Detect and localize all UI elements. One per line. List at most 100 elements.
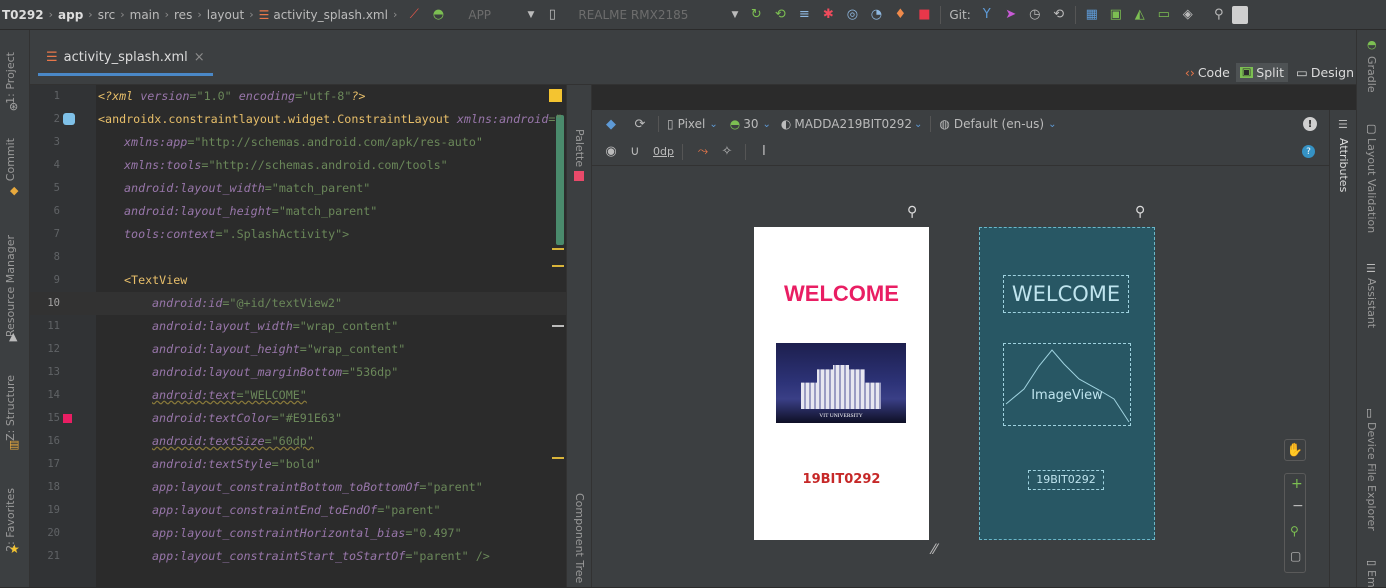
device-select[interactable]: REALME RMX2185 ▼ (564, 8, 744, 22)
git-update-icon[interactable]: Y (976, 4, 998, 26)
locale-select[interactable]: ◍ Default (en-us) ⌄ (939, 117, 1056, 131)
code-token: layout_height (180, 204, 272, 218)
pan-button[interactable]: ✋ (1284, 439, 1306, 461)
code-token: ="WELCOME" (236, 388, 307, 402)
design-canvas[interactable]: ⚲ ⚲ WELCOME VIT UNIVERSITY 19BIT0292 ⁄⁄ … (592, 166, 1329, 587)
git-rollback-icon[interactable]: ⟲ (1048, 4, 1070, 26)
infer-constraints-icon[interactable]: ✧ (716, 141, 738, 163)
code-token: layout_marginBottom (208, 365, 342, 379)
breadcrumb-project[interactable]: T0292 (0, 8, 44, 22)
favorites-star-icon: ★ (9, 542, 20, 556)
code-token: android: (152, 342, 209, 356)
commit-icon: ◆ (10, 184, 19, 197)
breadcrumb-app[interactable]: app (58, 8, 83, 22)
avatar[interactable] (1231, 5, 1248, 24)
breadcrumb-src[interactable]: src (98, 8, 116, 22)
assistant-tool-tab[interactable]: Assistant (1365, 278, 1378, 328)
design-view-button[interactable]: Design (1311, 65, 1354, 80)
tab-activity-splash[interactable]: ☰ activity_splash.xml × (38, 42, 213, 76)
close-icon[interactable]: × (194, 50, 205, 65)
apply-code-changes-icon[interactable]: ⟲ (769, 4, 791, 26)
palette-tool-tab[interactable]: Palette (573, 129, 586, 167)
gradle-tool-tab[interactable]: Gradle (1365, 56, 1378, 93)
layout-validation-tool-tab[interactable]: Layout Validation (1365, 138, 1378, 233)
orientation-icon[interactable]: ⟳ (629, 113, 651, 135)
wrench-icon[interactable]: ⚲ (907, 204, 917, 220)
run-config-select[interactable]: APP ▼ (450, 8, 540, 22)
blueprint-welcome-box[interactable]: WELCOME (1003, 275, 1129, 313)
magnet-icon[interactable]: ∪ (624, 141, 646, 163)
help-icon[interactable]: ? (1302, 145, 1315, 158)
device-select[interactable]: ▯ Pixel ⌄ (667, 117, 718, 131)
layers-icon[interactable]: ◆ (600, 113, 622, 135)
build-hammer-icon[interactable]: ⟋ (403, 4, 425, 26)
project-tool-tab[interactable]: 1: Project (4, 52, 17, 104)
profile-icon[interactable]: ◎ (841, 4, 863, 26)
avd-manager-icon[interactable]: ▭ (1153, 4, 1175, 26)
stop-icon[interactable]: ■ (913, 4, 935, 26)
zoom-out-icon[interactable]: − (1292, 498, 1304, 514)
layout-inspector-icon[interactable]: ◈ (1177, 4, 1199, 26)
commit-tool-tab[interactable]: Commit (4, 138, 17, 181)
attach-debugger-icon[interactable]: ♦ (889, 4, 911, 26)
blueprint-image-label: ImageView (1031, 388, 1103, 403)
breadcrumb-res[interactable]: res (174, 8, 192, 22)
device-preview[interactable]: WELCOME VIT UNIVERSITY 19BIT0292 (754, 227, 929, 540)
zoom-fit-icon[interactable]: ⚲ (1290, 524, 1299, 538)
api-select[interactable]: ◓ 30 ⌄ (730, 117, 771, 131)
university-image[interactable]: VIT UNIVERSITY (776, 343, 906, 423)
line-number: 14 (47, 389, 60, 401)
zoom-reset-icon[interactable]: ▢ (1290, 549, 1301, 563)
reg-number-text[interactable]: 19BIT0292 (754, 472, 929, 487)
color-swatch[interactable] (63, 414, 72, 423)
warning-icon[interactable]: ! (1303, 117, 1317, 131)
code-view-button[interactable]: Code (1198, 65, 1230, 80)
profiler-icon[interactable]: ◔ (865, 4, 887, 26)
code-token: android: (124, 181, 181, 195)
apply-changes-icon[interactable]: ↻ (745, 4, 767, 26)
welcome-text[interactable]: WELCOME (754, 281, 929, 307)
wrench-icon[interactable]: ⚲ (1135, 204, 1145, 220)
gradle-icon: ◓ (1367, 38, 1377, 51)
code-token: ="match_parent" (264, 181, 371, 195)
eye-icon[interactable]: ◉ (600, 141, 622, 163)
device-label: Pixel (677, 117, 706, 131)
code-token: ="bold" (271, 457, 321, 471)
structure-tool-tab[interactable]: Z: Structure (4, 375, 17, 441)
default-margin-select[interactable]: 0dp (653, 145, 674, 158)
chevron-down-icon: ⌄ (914, 118, 923, 130)
breadcrumb-file[interactable]: activity_splash.xml (273, 8, 388, 22)
zoom-in-icon[interactable]: + (1291, 476, 1303, 492)
git-history-icon[interactable]: ◷ (1024, 4, 1046, 26)
line-number: 9 (53, 274, 60, 286)
device-file-explorer-tool-tab[interactable]: Device File Explorer (1365, 422, 1378, 531)
blueprint-reg-box[interactable]: 19BIT0292 (1028, 470, 1104, 490)
split-view-button[interactable]: ▣ Split (1235, 62, 1289, 82)
clear-constraints-icon[interactable]: ⤳ (692, 141, 714, 163)
theme-select[interactable]: ◐ MADDA219BIT0292 ⌄ (781, 117, 922, 131)
line-number: 3 (53, 136, 60, 148)
git-push-icon[interactable]: ➤ (1000, 4, 1022, 26)
project-structure-icon[interactable]: ▦ (1081, 4, 1103, 26)
guidelines-icon[interactable]: I (753, 141, 775, 163)
blueprint-preview[interactable]: WELCOME ImageView 19BIT0292 (979, 227, 1155, 540)
debug-icon[interactable]: ✱ (817, 4, 839, 26)
coverage-icon[interactable]: ≡ (793, 4, 815, 26)
blueprint-image-box[interactable]: ImageView (1003, 343, 1131, 426)
emulator-tool-tab[interactable]: Em (1365, 570, 1378, 588)
resize-handle-icon[interactable]: ⁄⁄ (932, 542, 937, 558)
code-line: 4 xmlns:tools="http://schemas.android.com… (30, 154, 566, 177)
component-tree-tool-tab[interactable]: Component Tree (573, 493, 586, 583)
attributes-tool-tab[interactable]: Attributes (1337, 138, 1350, 192)
code-editor[interactable]: 1 <?xml version="1.0" encoding="utf-8"?> … (30, 85, 566, 587)
line-number: 19 (47, 504, 60, 516)
warning-stripe (552, 457, 564, 459)
terminal-icon[interactable]: ▣ (1105, 4, 1127, 26)
breadcrumb-main[interactable]: main (130, 8, 160, 22)
resource-manager-tool-tab[interactable]: Resource Manager (4, 235, 17, 337)
breadcrumb-layout[interactable]: layout (207, 8, 244, 22)
search-icon[interactable]: ⚲ (1208, 4, 1230, 26)
line-number: 6 (53, 205, 60, 217)
sdk-manager-icon[interactable]: ◭ (1129, 4, 1151, 26)
phone-icon: ▯ (667, 117, 674, 131)
